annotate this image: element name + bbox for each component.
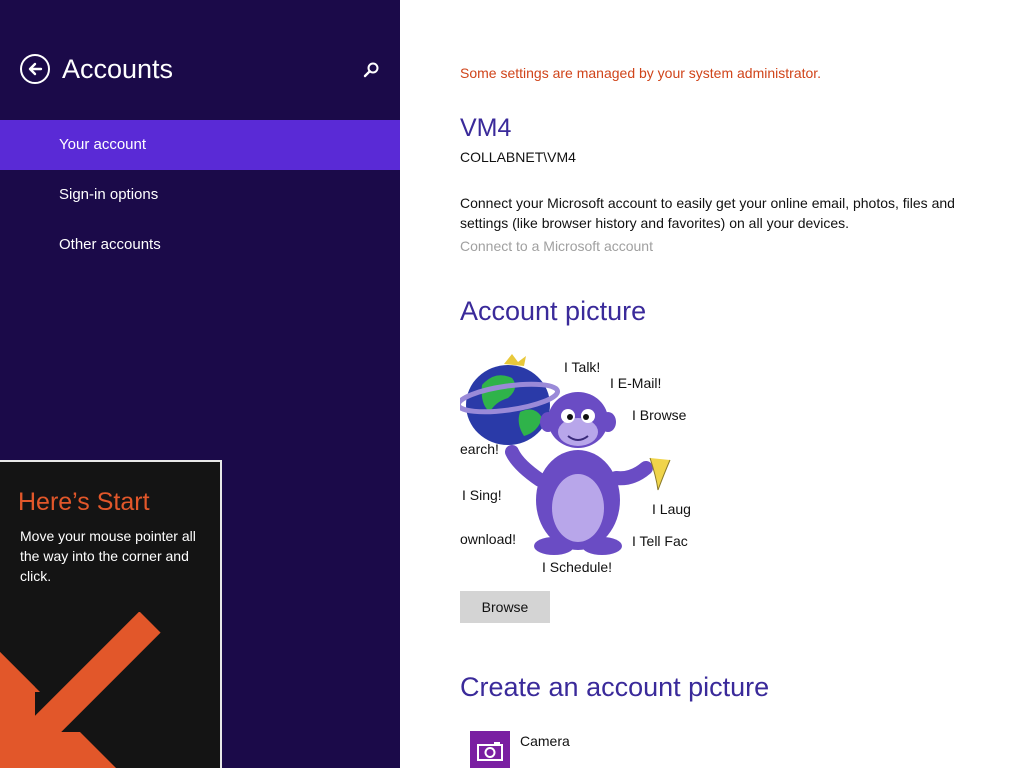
camera-label: Camera <box>520 733 570 749</box>
picture-text-tell: I Tell Fac <box>632 533 688 549</box>
picture-text-talk: I Talk! <box>564 359 600 375</box>
picture-text-search: earch! <box>460 441 499 457</box>
account-name: VM4 <box>460 114 512 142</box>
sidebar-item-your-account[interactable]: Your account <box>0 120 400 170</box>
admin-notice: Some settings are managed by your system… <box>460 65 822 81</box>
picture-text-download: ownload! <box>460 531 516 547</box>
nav-list: Your account Sign-in options Other accou… <box>0 120 400 270</box>
start-tip[interactable]: Here’s Start Move your mouse pointer all… <box>0 460 222 768</box>
sidebar-header: Accounts <box>20 54 173 84</box>
settings-screen: Accounts Your account Sign-in options Ot… <box>0 0 1024 768</box>
camera-icon[interactable] <box>470 731 510 768</box>
picture-text-laugh: I Laug <box>652 501 690 517</box>
corner-arrow-icon <box>0 611 220 768</box>
sidebar-item-sign-in-options[interactable]: Sign-in options <box>0 170 400 220</box>
back-arrow-icon[interactable] <box>20 54 50 84</box>
connect-description: Connect your Microsoft account to easily… <box>460 195 955 231</box>
search-icon[interactable] <box>362 61 380 79</box>
start-tip-title: Here’s Start <box>18 488 150 516</box>
picture-text-schedule: I Schedule! <box>542 559 612 575</box>
account-picture: I Talk! I E-Mail! I Browse earch! I Sing… <box>455 350 691 580</box>
connect-microsoft-account-link[interactable]: Connect to a Microsoft account <box>460 238 653 254</box>
create-picture-heading: Create an account picture <box>460 672 770 702</box>
picture-text-email: I E-Mail! <box>610 375 661 391</box>
picture-text-browse: I Browse <box>632 407 687 423</box>
camera-option[interactable]: Camera <box>470 731 570 768</box>
start-tip-body: Move your mouse pointer all the way into… <box>20 528 196 584</box>
picture-text-sing: I Sing! <box>462 487 502 503</box>
sidebar-item-other-accounts[interactable]: Other accounts <box>0 220 400 270</box>
browse-button[interactable]: Browse <box>460 591 550 623</box>
account-picture-heading: Account picture <box>460 296 647 326</box>
page-title: Accounts <box>62 54 174 84</box>
account-domain: COLLABNET\VM4 <box>460 149 576 165</box>
